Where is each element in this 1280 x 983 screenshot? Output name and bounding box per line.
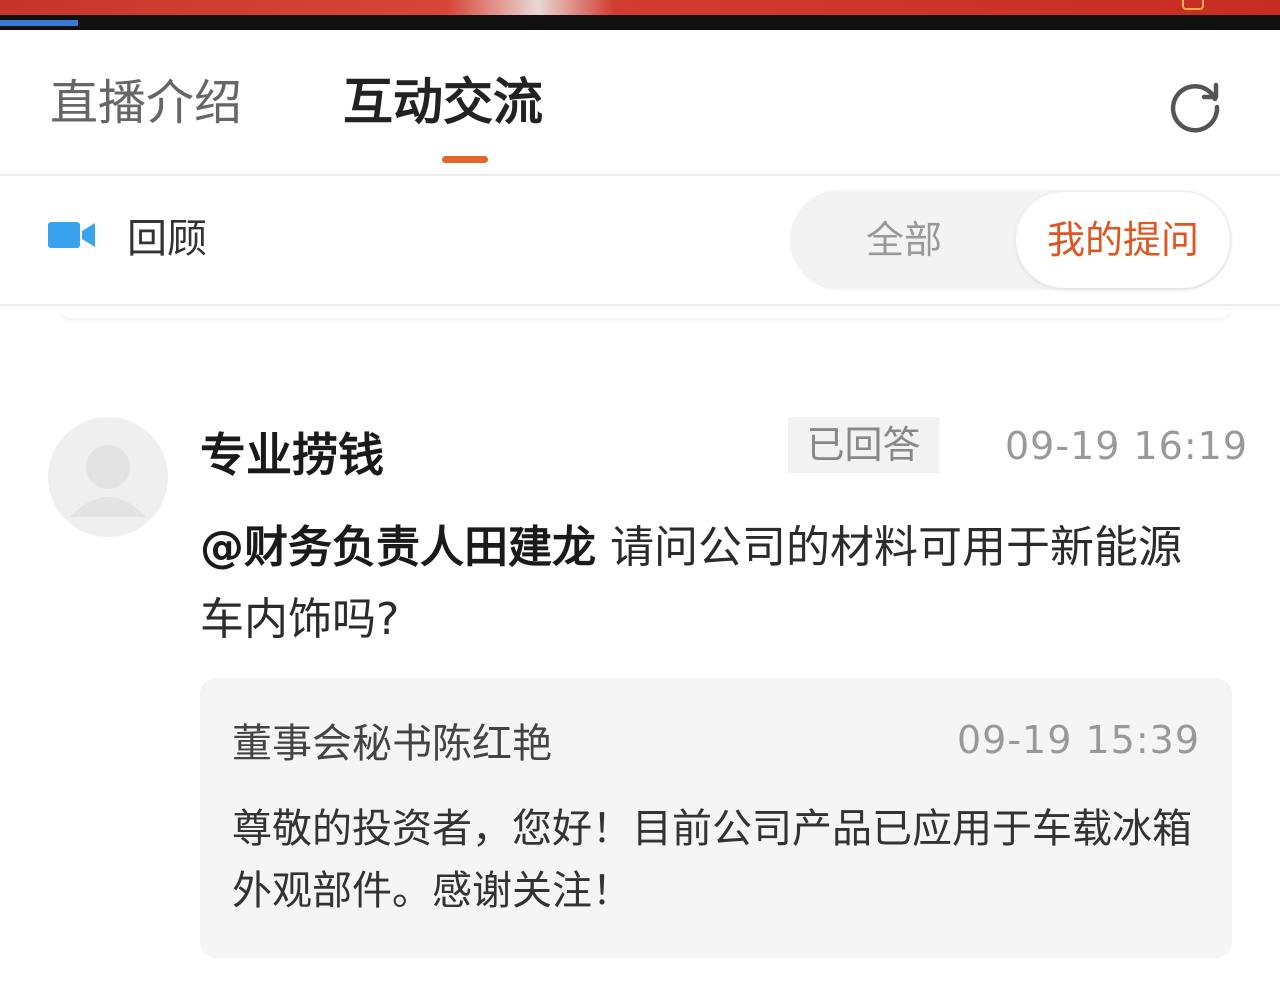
emblem-icon [1182,0,1204,10]
filter-bar: 回顾 全部 我的提问 [0,178,1280,306]
previous-card-edge [60,306,1230,318]
answer-text: 尊敬的投资者，您好！目前公司产品已应用于车载冰箱外观部件。感谢关注！ [232,806,1192,914]
status-badge: 已回答 [788,417,939,473]
default-avatar-icon [70,445,146,517]
user-avatar[interactable] [48,417,168,537]
tab-bar: 直播介绍 互动交流 [0,30,1280,176]
tab-live-intro[interactable]: 直播介绍 [50,63,242,133]
video-camera-icon[interactable] [48,219,96,251]
video-player-edge [0,0,1280,30]
playback-progress-bar[interactable] [0,20,78,26]
mention-link[interactable]: @财务负责人田建龙 [200,522,596,573]
answer-card: 董事会秘书陈红艳 09-19 15:39 尊敬的投资者，您好！目前公司产品已应用… [200,678,1232,958]
refresh-icon[interactable] [1164,74,1226,136]
tab-interaction[interactable]: 互动交流 [343,62,543,134]
question-filter-toggle: 全部 我的提问 [790,190,1232,290]
question-timestamp: 09-19 16:19 [1005,424,1249,468]
filter-all-button[interactable]: 全部 [790,190,1018,290]
answer-timestamp: 09-19 15:39 [956,718,1200,762]
banner-image [0,0,1280,15]
filter-my-questions-button[interactable]: 我的提问 [1016,192,1230,288]
active-tab-indicator [442,156,488,163]
answer-author: 董事会秘书陈红艳 [232,721,552,767]
username: 专业捞钱 [200,428,384,482]
question-text: @财务负责人田建龙 请问公司的材料可用于新能源车内饰吗? [200,512,1210,656]
replay-label[interactable]: 回顾 [127,206,207,264]
